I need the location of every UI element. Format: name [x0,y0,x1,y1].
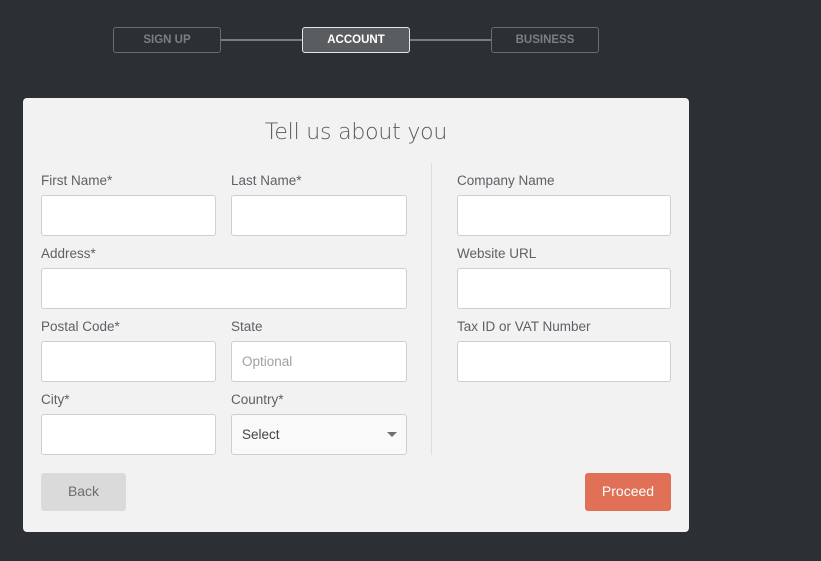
last-name-input[interactable] [231,195,407,236]
step-account[interactable]: ACCOUNT [302,27,410,53]
company-name-input[interactable] [457,195,671,236]
country-label: Country* [231,392,284,407]
first-name-label: First Name* [41,173,113,188]
country-selected-value: Select [242,427,280,442]
form-title: Tell us about you [264,120,448,145]
account-form-card: Tell us about you First Name* Last Name*… [23,98,689,532]
tax-id-input[interactable] [457,341,671,382]
first-name-input[interactable] [41,195,216,236]
column-divider [431,163,432,455]
postal-code-label: Postal Code* [41,319,120,334]
city-input[interactable] [41,414,216,455]
country-select[interactable]: Select [231,414,407,455]
step-connector [409,39,491,41]
company-name-label: Company Name [457,173,555,188]
step-sign-up[interactable]: SIGN UP [113,27,221,53]
tax-id-label: Tax ID or VAT Number [457,319,591,334]
address-input[interactable] [41,268,407,309]
state-placeholder: Optional [242,354,293,369]
chevron-down-icon [387,432,397,437]
website-url-label: Website URL [457,246,537,261]
back-button[interactable]: Back [41,473,126,511]
last-name-label: Last Name* [231,173,302,188]
city-label: City* [41,392,70,407]
address-label: Address* [41,246,96,261]
state-label: State [231,319,263,334]
postal-code-input[interactable] [41,341,216,382]
proceed-button[interactable]: Proceed [585,473,671,511]
progress-stepper: SIGN UP ACCOUNT BUSINESS [113,27,599,53]
state-input[interactable]: Optional [231,341,407,382]
step-business[interactable]: BUSINESS [491,27,599,53]
step-connector [220,39,302,41]
website-url-input[interactable] [457,268,671,309]
